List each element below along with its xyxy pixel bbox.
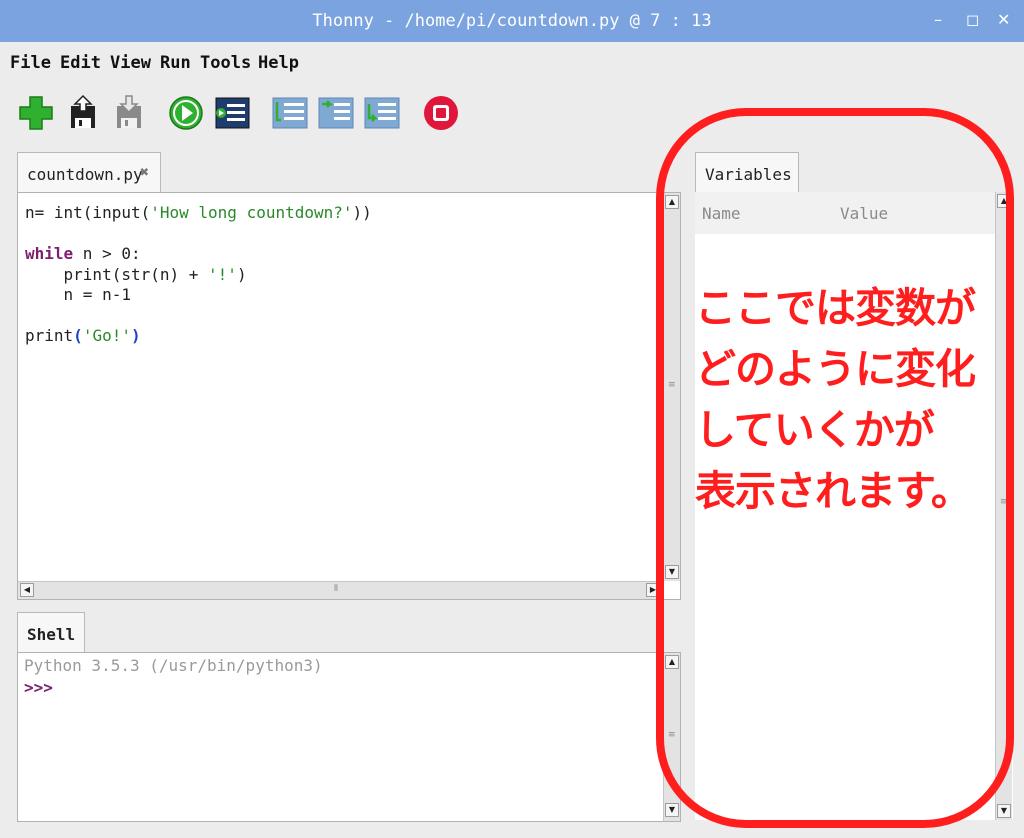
variables-vertical-scrollbar[interactable]: ▲ ≡ ▼: [995, 192, 1012, 820]
step-out-icon[interactable]: [363, 94, 401, 132]
scroll-right-arrow-icon[interactable]: ▶: [646, 583, 660, 597]
column-header-value[interactable]: Value: [840, 204, 888, 223]
scroll-up-arrow-icon[interactable]: ▲: [665, 655, 679, 669]
new-file-icon[interactable]: [17, 94, 55, 132]
menu-run[interactable]: Run: [160, 53, 191, 73]
menu-tools[interactable]: Tools: [200, 53, 251, 73]
tab-variables[interactable]: Variables: [695, 152, 799, 193]
scroll-grip-icon: ≡: [668, 380, 676, 390]
menu-edit[interactable]: Edit: [60, 53, 101, 73]
minimize-button[interactable]: –: [934, 11, 942, 29]
scroll-grip-icon: ≡: [1000, 497, 1008, 507]
code-line-3: while n > 0:: [25, 244, 141, 263]
scroll-down-arrow-icon[interactable]: ▼: [665, 565, 679, 579]
editor-pane[interactable]: n= int(input('How long countdown?')) whi…: [17, 192, 681, 600]
scroll-up-arrow-icon[interactable]: ▲: [997, 194, 1011, 208]
shell-prompt[interactable]: >>>: [24, 678, 53, 697]
scroll-left-arrow-icon[interactable]: ◀: [20, 583, 34, 597]
code-line-7: print('Go!'): [25, 326, 141, 345]
scroll-down-arrow-icon[interactable]: ▼: [665, 803, 679, 817]
step-into-icon[interactable]: [317, 94, 355, 132]
window-title: Thonny - /home/pi/countdown.py @ 7 : 13: [312, 11, 712, 31]
tab-label: Variables: [705, 165, 792, 184]
run-icon[interactable]: [167, 94, 205, 132]
shell-vertical-scrollbar[interactable]: ▲ ≡ ▼: [663, 653, 680, 821]
tab-close-icon[interactable]: ✖: [140, 163, 149, 181]
code-line-4: print(str(n) + '!'): [25, 264, 247, 284]
tab-shell[interactable]: Shell: [17, 612, 85, 653]
code-line-1: n= int(input('How long countdown?')): [25, 203, 372, 222]
step-over-icon[interactable]: [271, 94, 309, 132]
close-window-button[interactable]: ✕: [997, 11, 1010, 29]
menu-view[interactable]: View: [110, 53, 151, 73]
tab-countdown-py[interactable]: countdown.py ✖: [17, 152, 161, 193]
scroll-down-arrow-icon[interactable]: ▼: [997, 804, 1011, 818]
open-file-icon[interactable]: [64, 94, 102, 132]
menu-help[interactable]: Help: [258, 53, 299, 73]
shell-pane[interactable]: Python 3.5.3 (/usr/bin/python3) >>> ▲ ≡ …: [17, 652, 681, 822]
annotation-text: ここでは変数が どのように変化 していくかが 表示されます。: [695, 284, 976, 515]
code-line-5: n = n-1: [25, 285, 131, 304]
scroll-grip-icon: ≡: [668, 730, 676, 740]
menu-file[interactable]: File: [10, 53, 51, 73]
editor-vertical-scrollbar[interactable]: ▲ ≡ ▼: [663, 193, 680, 581]
code-editor[interactable]: n= int(input('How long countdown?')) whi…: [25, 203, 372, 347]
maximize-button[interactable]: ◻: [966, 11, 979, 29]
title-bar: Thonny - /home/pi/countdown.py @ 7 : 13 …: [0, 0, 1024, 42]
editor-horizontal-scrollbar[interactable]: ◀ ⦀ ▶: [18, 581, 663, 599]
shell-banner: Python 3.5.3 (/usr/bin/python3): [24, 656, 323, 675]
save-file-icon[interactable]: [110, 94, 148, 132]
tab-label: countdown.py: [27, 165, 143, 184]
stop-icon[interactable]: [422, 94, 460, 132]
debug-icon[interactable]: [213, 94, 251, 132]
tab-label: Shell: [27, 625, 76, 644]
scroll-grip-icon: ⦀: [334, 584, 338, 594]
column-header-name[interactable]: Name: [702, 204, 741, 223]
scroll-up-arrow-icon[interactable]: ▲: [665, 195, 679, 209]
